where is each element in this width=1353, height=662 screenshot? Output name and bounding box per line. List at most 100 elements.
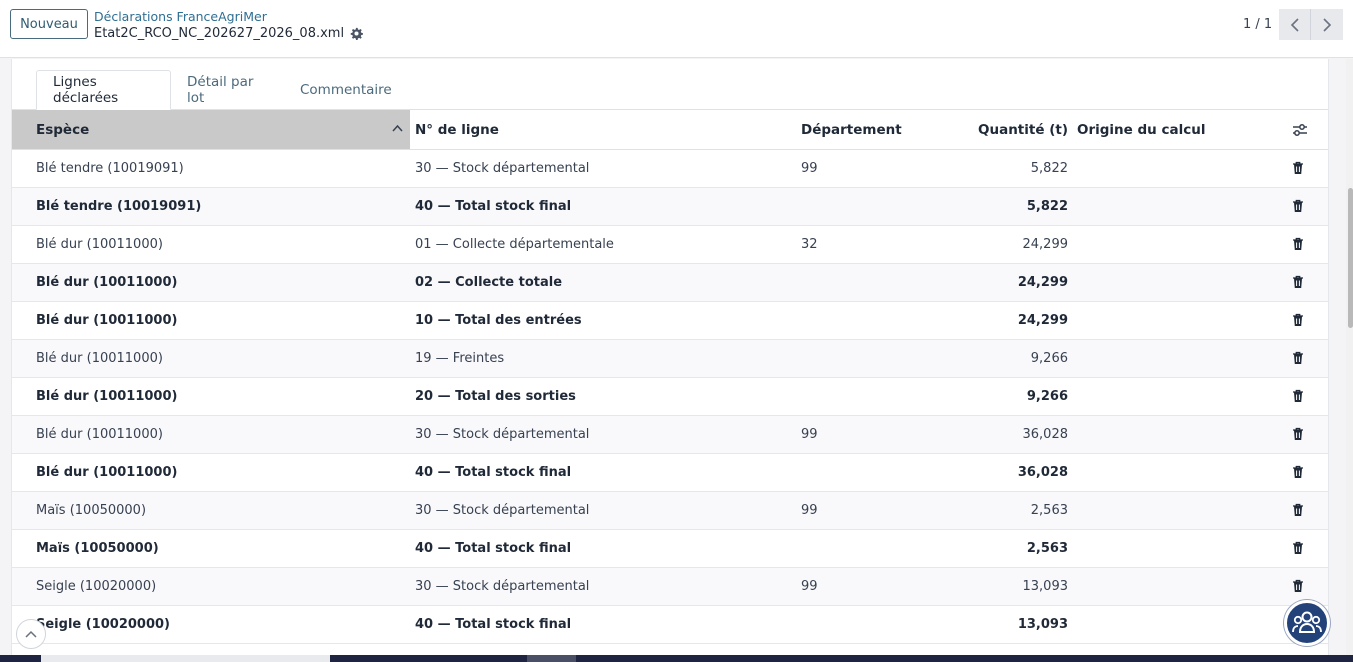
table-row[interactable]: Blé dur (10011000) 01 — Collecte départem… [12, 226, 1328, 264]
table-row[interactable]: Blé dur (10011000) 20 — Total des sorties… [12, 378, 1328, 416]
sliders-icon [1293, 123, 1307, 136]
scroll-to-top-button[interactable] [16, 619, 46, 649]
column-header-ligne[interactable]: N° de ligne [415, 110, 785, 149]
trash-icon [1292, 161, 1304, 179]
table-header: Espèce N° de ligne Département Quantité … [12, 110, 1328, 150]
cell-ligne: 19 — Freintes [415, 351, 505, 366]
column-label-ligne: N° de ligne [415, 121, 499, 138]
delete-row-button[interactable] [1292, 427, 1306, 442]
cell-espece: Blé dur (10011000) [36, 237, 163, 252]
trash-icon [1292, 541, 1304, 559]
column-header-espece[interactable]: Espèce [12, 110, 410, 149]
delete-row-button[interactable] [1292, 541, 1306, 556]
trash-icon [1292, 503, 1304, 521]
cell-quantite: 24,299 [1017, 313, 1068, 328]
cell-ligne: 10 — Total des entrées [415, 313, 582, 328]
delete-row-button[interactable] [1292, 275, 1306, 290]
pager-value[interactable]: 1 / 1 [1243, 17, 1272, 32]
table-row[interactable]: Blé dur (10011000) 10 — Total des entrées… [12, 302, 1328, 340]
cell-espece: Maïs (10050000) [36, 503, 147, 518]
cell-espece: Seigle (10020000) [36, 617, 170, 632]
cell-departement: 32 [801, 237, 818, 252]
cell-ligne: 40 — Total stock final [415, 617, 572, 632]
control-panel: Nouveau Déclarations FranceAgriMer Etat2… [0, 0, 1353, 58]
delete-row-button[interactable] [1292, 237, 1306, 252]
cell-espece: Seigle (10020000) [36, 579, 157, 594]
cell-ligne: 40 — Total stock final [415, 465, 572, 480]
delete-row-button[interactable] [1292, 389, 1306, 404]
table-row[interactable]: Blé dur (10011000) 40 — Total stock final… [12, 454, 1328, 492]
cell-quantite: 5,822 [1030, 161, 1068, 176]
breadcrumb-current: Etat2C_RCO_NC_202627_2026_08.xml [94, 26, 363, 41]
column-label-origine: Origine du calcul [1077, 121, 1206, 138]
table-row[interactable]: Blé dur (10011000) 19 — Freintes 9,266 [12, 340, 1328, 378]
chevron-left-icon [1290, 17, 1299, 32]
trash-icon [1292, 427, 1304, 445]
scrollbar-track[interactable] [1346, 59, 1353, 655]
chat-button[interactable] [1284, 600, 1330, 646]
trash-icon [1292, 579, 1304, 597]
new-button[interactable]: Nouveau [10, 9, 88, 39]
delete-row-button[interactable] [1292, 351, 1306, 366]
cell-espece: Blé dur (10011000) [36, 275, 178, 290]
delete-row-button[interactable] [1292, 579, 1306, 594]
cell-quantite: 9,266 [1030, 351, 1068, 366]
delete-row-button[interactable] [1292, 503, 1306, 518]
table-row[interactable]: Blé dur (10011000) 02 — Collecte totale 24… [12, 264, 1328, 302]
table-row[interactable]: Maïs (10050000) 30 — Stock départemental 9… [12, 492, 1328, 530]
trash-icon [1292, 351, 1304, 369]
column-label-espece: Espèce [36, 121, 90, 138]
trash-icon [1292, 237, 1304, 255]
cell-ligne: 30 — Stock départemental [415, 161, 590, 176]
cell-espece: Blé dur (10011000) [36, 427, 163, 442]
table-body: Blé tendre (10019091) 30 — Stock départem… [12, 150, 1328, 644]
cell-ligne: 02 — Collecte totale [415, 275, 563, 290]
table-row[interactable]: Blé tendre (10019091) 30 — Stock départem… [12, 150, 1328, 188]
cell-espece: Blé dur (10011000) [36, 465, 178, 480]
pager-previous-button[interactable] [1279, 9, 1311, 40]
bottom-bar-segment [41, 655, 330, 662]
table-row[interactable]: Maïs (10050000) 40 — Total stock final 2,5… [12, 530, 1328, 568]
column-label-quantite: Quantité (t) [978, 121, 1068, 138]
tab-detail-par-lot[interactable]: Détail par lot [171, 70, 284, 110]
column-header-departement[interactable]: Département [801, 110, 951, 149]
cell-ligne: 40 — Total stock final [415, 541, 572, 556]
column-header-quantite[interactable]: Quantité (t) [972, 110, 1068, 149]
delete-row-button[interactable] [1292, 199, 1306, 214]
gear-icon[interactable] [350, 27, 363, 40]
table-row[interactable]: Seigle (10020000) 40 — Total stock final 1… [12, 606, 1328, 644]
delete-row-button[interactable] [1292, 465, 1306, 480]
tab-lignes-declarees[interactable]: Lignes déclarées [36, 70, 171, 110]
form-sheet: Lignes déclarées Détail par lot Commenta… [11, 59, 1329, 662]
cell-ligne: 30 — Stock départemental [415, 503, 590, 518]
breadcrumb-parent-link[interactable]: Déclarations FranceAgriMer [94, 9, 267, 24]
table-row[interactable]: Blé dur (10011000) 30 — Stock département… [12, 416, 1328, 454]
column-header-origine[interactable]: Origine du calcul [1077, 110, 1267, 149]
cell-quantite: 2,563 [1030, 503, 1068, 518]
table-row[interactable]: Blé tendre (10019091) 40 — Total stock fi… [12, 188, 1328, 226]
optional-columns-toggle[interactable] [1292, 110, 1312, 149]
cell-ligne: 01 — Collecte départementale [415, 237, 614, 252]
table-row[interactable]: Seigle (10020000) 30 — Stock départementa… [12, 568, 1328, 606]
cell-quantite: 5,822 [1026, 199, 1068, 214]
tab-commentaire[interactable]: Commentaire [284, 70, 400, 110]
cell-departement: 99 [801, 503, 818, 518]
cell-departement: 99 [801, 427, 818, 442]
trash-icon [1292, 199, 1304, 217]
cell-departement: 99 [801, 161, 818, 176]
delete-row-button[interactable] [1292, 161, 1306, 176]
cell-departement: 99 [801, 579, 818, 594]
cell-ligne: 40 — Total stock final [415, 199, 572, 214]
cell-quantite: 9,266 [1026, 389, 1068, 404]
trash-icon [1292, 389, 1304, 407]
cell-espece: Blé dur (10011000) [36, 351, 163, 366]
cell-espece: Blé tendre (10019091) [36, 161, 184, 176]
pager-next-button[interactable] [1311, 9, 1343, 40]
delete-row-button[interactable] [1292, 313, 1306, 328]
chevron-up-icon [25, 630, 37, 638]
chevron-up-icon [392, 124, 403, 132]
scrollbar-thumb[interactable] [1348, 188, 1353, 328]
cell-ligne: 30 — Stock départemental [415, 579, 590, 594]
cell-espece: Maïs (10050000) [36, 541, 159, 556]
cell-ligne: 30 — Stock départemental [415, 427, 590, 442]
